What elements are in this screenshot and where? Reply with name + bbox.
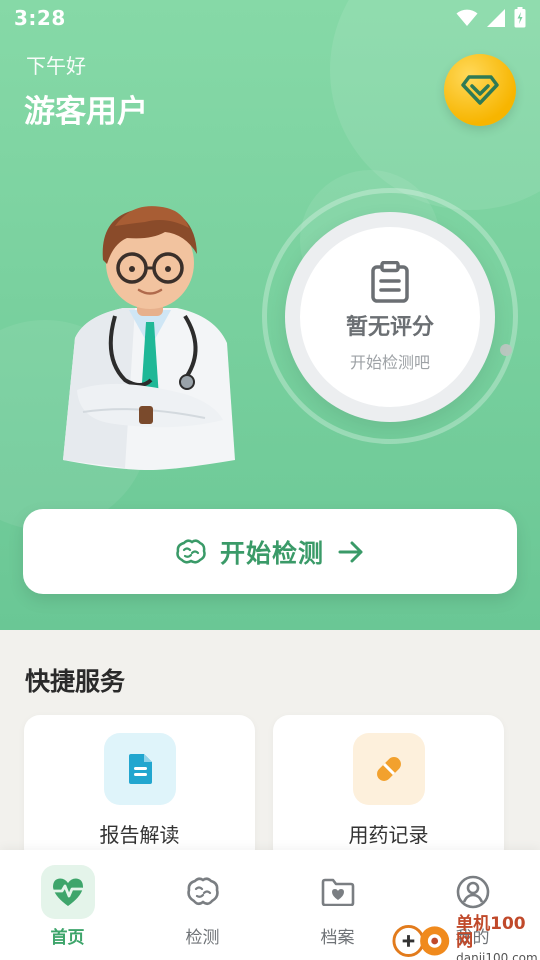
nav-icon-wrap: [176, 865, 230, 919]
signal-icon: [487, 8, 505, 27]
nav-label: 检测: [185, 928, 220, 948]
watermark-name: 单机100网: [456, 914, 526, 951]
nav-item-detect[interactable]: 检测: [135, 850, 270, 960]
score-panel: 暂无评分 开始检测吧: [300, 227, 480, 407]
diamond-icon: [461, 75, 499, 105]
ring-indicator-dot: [500, 344, 512, 356]
status-bar: 3:28: [0, 0, 540, 36]
watermark-logo-icon: [392, 924, 450, 957]
greeting-text: 下午好: [26, 54, 86, 78]
doctor-illustration: [63, 206, 235, 470]
status-icons: [456, 7, 526, 28]
nav-icon-wrap: [41, 865, 95, 919]
service-card-report[interactable]: 报告解读: [24, 715, 255, 865]
nav-item-records[interactable]: 档案: [270, 850, 405, 960]
battery-icon: [514, 7, 526, 28]
heartbeat-icon: [52, 878, 84, 906]
document-icon: [129, 754, 152, 784]
site-watermark: 单机100网 danji100.com: [392, 916, 540, 960]
watermark-text: 单机100网 danji100.com: [456, 916, 540, 960]
nav-icon-wrap: [446, 865, 500, 919]
quick-services-title: 快捷服务: [25, 667, 126, 696]
nav-icon-wrap: [311, 865, 365, 919]
card-icon-bg: [353, 733, 425, 805]
folder-heart-icon: [321, 878, 355, 906]
service-card-label: 用药记录: [348, 823, 429, 847]
wifi-icon: [456, 9, 478, 26]
clipboard-icon: [371, 261, 409, 303]
service-card-medication[interactable]: 用药记录: [273, 715, 504, 865]
vip-button[interactable]: [444, 54, 516, 126]
watermark-url: danji100.com: [456, 951, 538, 960]
brain-icon: [187, 877, 219, 906]
nav-label: 首页: [50, 928, 85, 948]
start-detection-button[interactable]: 开始检测: [23, 509, 517, 594]
user-icon: [456, 875, 490, 909]
arrow-right-icon: [338, 541, 363, 562]
card-icon-bg: [104, 733, 176, 805]
nav-label: 档案: [320, 928, 355, 948]
score-subtitle: 开始检测吧: [349, 353, 430, 372]
pill-icon: [377, 757, 401, 781]
username-title: 游客用户: [24, 94, 148, 130]
brain-icon: [176, 538, 206, 564]
status-time: 3:28: [14, 6, 66, 30]
score-title: 暂无评分: [345, 315, 434, 340]
start-detection-label: 开始检测: [219, 538, 324, 568]
service-card-label: 报告解读: [99, 823, 180, 847]
nav-item-home[interactable]: 首页: [0, 850, 135, 960]
